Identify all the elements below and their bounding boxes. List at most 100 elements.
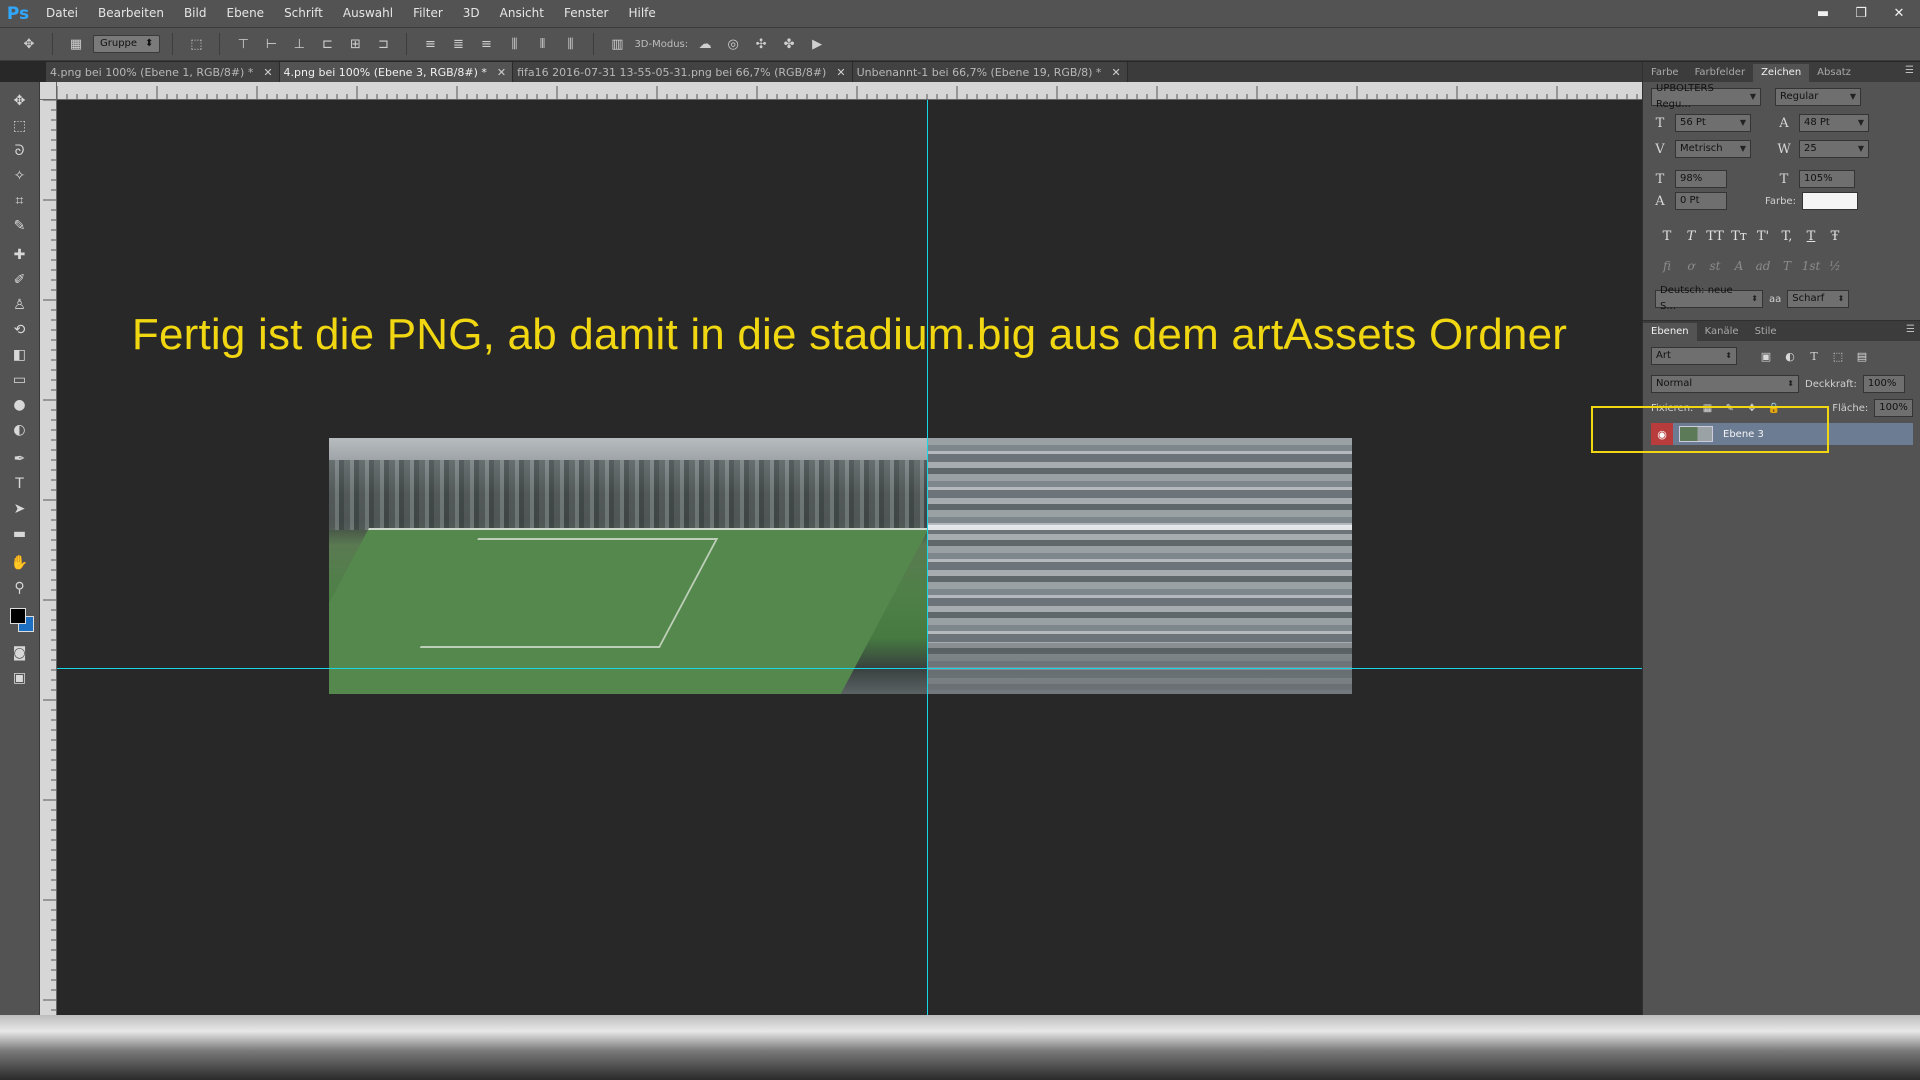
distribute-left-icon[interactable]: ⫼ <box>503 33 525 55</box>
language-select[interactable]: Deutsch: neue S... ⬍ <box>1655 285 1763 312</box>
menu-datei[interactable]: Datei <box>36 0 88 27</box>
align-left-icon[interactable]: ⊏ <box>316 33 338 55</box>
layer-filter-select[interactable]: Art ⬍ <box>1651 347 1737 365</box>
filter-shape-icon[interactable]: ⬚ <box>1829 350 1847 363</box>
font-family-select[interactable]: UPBOLTERS Regu... ▼ <box>1651 83 1761 110</box>
lasso-tool-icon[interactable]: ᘐ <box>6 138 34 163</box>
menu-bearbeiten[interactable]: Bearbeiten <box>88 0 174 27</box>
filter-pixel-icon[interactable]: ▣ <box>1757 350 1775 363</box>
menu-3d[interactable]: 3D <box>453 0 490 27</box>
blend-mode-select[interactable]: Normal ⬍ <box>1651 375 1799 393</box>
tab-zeichen[interactable]: Zeichen <box>1753 64 1810 82</box>
foreground-color[interactable] <box>9 608 26 624</box>
tab-document-2[interactable]: 4.png bei 100% (Ebene 3, RGB/8#) * ✕ <box>279 62 514 82</box>
tracking-field[interactable]: 25 ▼ <box>1799 140 1869 158</box>
3d-scale-icon[interactable]: ▶ <box>806 33 828 55</box>
leading-field[interactable]: 48 Pt ▼ <box>1799 114 1869 132</box>
panel-menu-icon[interactable]: ☰ <box>1905 65 1914 76</box>
blur-tool-icon[interactable]: ● <box>6 392 34 417</box>
tab-ebenen[interactable]: Ebenen <box>1643 323 1697 341</box>
font-style-select[interactable]: Regular ▼ <box>1775 88 1861 106</box>
crop-tool-icon[interactable]: ⌗ <box>6 188 34 213</box>
font-size-field[interactable]: 56 Pt ▼ <box>1675 114 1751 132</box>
menu-ebene[interactable]: Ebene <box>216 0 274 27</box>
close-icon[interactable]: ✕ <box>1888 5 1910 23</box>
auto-select-icon[interactable]: ▦ <box>65 33 87 55</box>
close-icon[interactable]: ✕ <box>497 66 506 79</box>
marquee-tool-icon[interactable]: ⬚ <box>6 113 34 138</box>
strikethrough-button[interactable]: Ŧ <box>1823 229 1847 244</box>
ordinals-button[interactable]: 1st <box>1799 259 1823 273</box>
tab-farbe[interactable]: Farbe <box>1643 64 1687 82</box>
3d-slide-icon[interactable]: ✤ <box>778 33 800 55</box>
align-top-icon[interactable]: ⊤ <box>232 33 254 55</box>
shape-tool-icon[interactable]: ▬ <box>6 521 34 546</box>
menu-hilfe[interactable]: Hilfe <box>618 0 665 27</box>
menu-filter[interactable]: Filter <box>403 0 453 27</box>
filter-smart-object-icon[interactable]: ▤ <box>1853 350 1871 363</box>
history-brush-tool-icon[interactable]: ⟲ <box>6 317 34 342</box>
guide-vertical[interactable] <box>927 100 928 1015</box>
restore-icon[interactable]: ❐ <box>1850 5 1872 23</box>
close-icon[interactable]: ✕ <box>263 66 272 79</box>
align-hcenter-icon[interactable]: ⊞ <box>344 33 366 55</box>
menu-bild[interactable]: Bild <box>174 0 217 27</box>
fill-field[interactable]: 100% <box>1874 399 1914 417</box>
healing-brush-tool-icon[interactable]: ✚ <box>6 242 34 267</box>
screen-mode-icon[interactable]: ▣ <box>6 665 34 690</box>
faux-bold-button[interactable]: T <box>1655 229 1679 244</box>
minimize-icon[interactable]: ▬ <box>1812 5 1834 23</box>
opacity-field[interactable]: 100% <box>1862 375 1905 393</box>
filter-type-icon[interactable]: T <box>1805 350 1823 363</box>
canvas[interactable]: Fertig ist die PNG, ab damit in die stad… <box>57 100 1642 1015</box>
align-vcenter-icon[interactable]: ⊢ <box>260 33 282 55</box>
text-color-swatch[interactable] <box>1801 192 1858 210</box>
distribute-top-icon[interactable]: ≡ <box>419 33 441 55</box>
tab-stile[interactable]: Stile <box>1747 323 1785 341</box>
hand-tool-icon[interactable]: ✋ <box>6 550 34 575</box>
transform-controls-icon[interactable]: ⬚ <box>185 33 207 55</box>
superscript-button[interactable]: T' <box>1751 229 1775 244</box>
all-caps-button[interactable]: TT <box>1703 229 1727 244</box>
tab-document-1[interactable]: 4.png bei 100% (Ebene 1, RGB/8#) * ✕ <box>46 62 280 82</box>
3d-orbit-icon[interactable]: ☁ <box>694 33 716 55</box>
move-tool-icon[interactable]: ✥ <box>6 88 34 113</box>
type-tool-icon[interactable]: T <box>6 471 34 496</box>
menu-schrift[interactable]: Schrift <box>274 0 333 27</box>
distribute-vcenter-icon[interactable]: ≣ <box>447 33 469 55</box>
tab-document-3[interactable]: fifa16 2016-07-31 13-55-05-31.png bei 66… <box>513 62 853 82</box>
distribute-right-icon[interactable]: ⫼ <box>559 33 581 55</box>
distribute-bottom-icon[interactable]: ≡ <box>475 33 497 55</box>
antialias-select[interactable]: Scharf ⬍ <box>1787 290 1850 308</box>
ornaments-button[interactable]: T <box>1775 259 1799 273</box>
close-icon[interactable]: ✕ <box>836 66 845 79</box>
eyedropper-tool-icon[interactable]: ✎ <box>6 213 34 238</box>
underline-button[interactable]: T <box>1799 229 1823 244</box>
vertical-scale-field[interactable]: 98% <box>1675 170 1727 188</box>
quick-mask-icon[interactable]: ◙ <box>6 640 34 665</box>
tab-document-4[interactable]: Unbenannt-1 bei 66,7% (Ebene 19, RGB/8) … <box>852 62 1128 82</box>
menu-auswahl[interactable]: Auswahl <box>333 0 403 27</box>
auto-align-icon[interactable]: ▥ <box>606 33 628 55</box>
titling-button[interactable]: ad <box>1751 259 1775 273</box>
horizontal-scale-field[interactable]: 105% <box>1799 170 1855 188</box>
color-swatches[interactable] <box>4 606 36 636</box>
magic-wand-tool-icon[interactable]: ✧ <box>6 163 34 188</box>
tab-kanaele[interactable]: Kanäle <box>1697 323 1747 341</box>
baseline-shift-field[interactable]: 0 Pt <box>1675 192 1727 210</box>
tab-farbfelder[interactable]: Farbfelder <box>1687 64 1753 82</box>
path-selection-tool-icon[interactable]: ➤ <box>6 496 34 521</box>
small-caps-button[interactable]: Tт <box>1727 229 1751 244</box>
zoom-tool-icon[interactable]: ⚲ <box>6 575 34 600</box>
pen-tool-icon[interactable]: ✒ <box>6 446 34 471</box>
guide-horizontal[interactable] <box>57 668 1642 669</box>
align-right-icon[interactable]: ⊐ <box>372 33 394 55</box>
subscript-button[interactable]: T, <box>1775 229 1799 244</box>
close-icon[interactable]: ✕ <box>1111 66 1120 79</box>
filter-adjustment-icon[interactable]: ◐ <box>1781 350 1799 363</box>
stylistic-alternates-button[interactable]: A <box>1727 259 1751 273</box>
move-tool-icon[interactable]: ✥ <box>18 33 40 55</box>
dodge-tool-icon[interactable]: ◐ <box>6 417 34 442</box>
distribute-hcenter-icon[interactable]: ⫴ <box>531 33 553 55</box>
fractions-button[interactable]: ½ <box>1823 259 1847 273</box>
